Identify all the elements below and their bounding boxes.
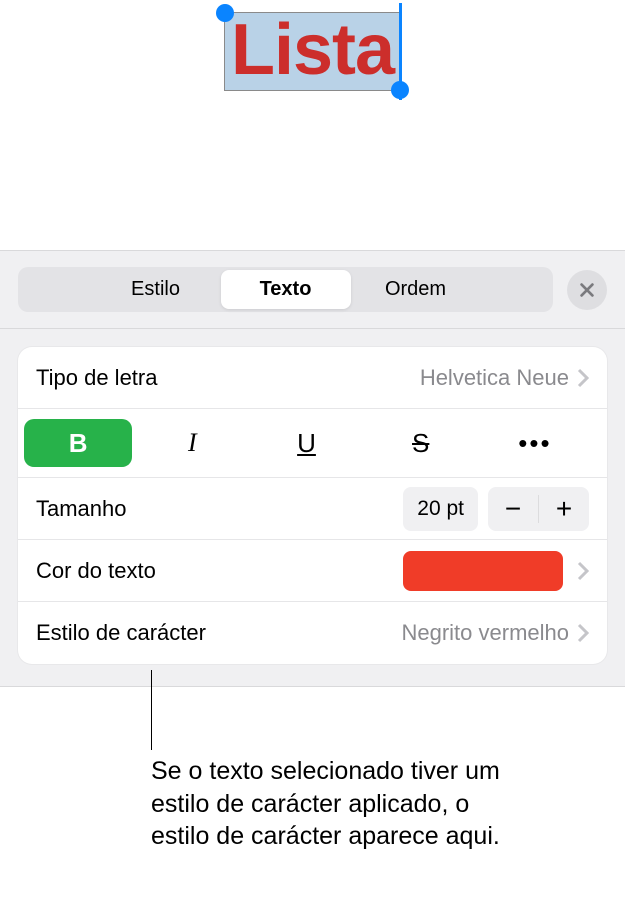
format-panel: Estilo Texto Ordem Tipo de letra Helveti… (0, 250, 625, 687)
chevron-right-icon (577, 623, 589, 643)
close-button[interactable] (567, 270, 607, 310)
italic-button[interactable]: I (138, 419, 246, 467)
callout-text: Se o texto selecionado tiver um estilo d… (151, 755, 521, 853)
character-style-value: Negrito vermelho (401, 620, 569, 646)
bold-button[interactable]: B (24, 419, 132, 467)
size-increase-button[interactable]: + (539, 487, 589, 531)
more-styles-button[interactable]: ••• (481, 419, 589, 467)
font-row[interactable]: Tipo de letra Helvetica Neue (18, 347, 607, 409)
tab-order[interactable]: Ordem (351, 270, 481, 309)
size-field[interactable]: 20 pt (403, 487, 478, 531)
selected-text[interactable]: Lista (231, 14, 394, 86)
character-style-label: Estilo de carácter (36, 620, 401, 646)
selection-handle-top-left[interactable] (216, 4, 234, 22)
font-value: Helvetica Neue (420, 365, 569, 391)
text-color-swatch[interactable] (403, 551, 563, 591)
size-stepper: − + (488, 487, 589, 531)
canvas-area: Lista (0, 0, 625, 250)
callout-line (151, 670, 152, 750)
character-style-row[interactable]: Estilo de carácter Negrito vermelho (18, 602, 607, 664)
size-row: Tamanho 20 pt − + (18, 478, 607, 540)
underline-button[interactable]: U (252, 419, 360, 467)
text-settings-card: Tipo de letra Helvetica Neue B I U S •••… (18, 347, 607, 664)
selected-textbox[interactable]: Lista (224, 12, 401, 91)
panel-tabs: Estilo Texto Ordem (18, 267, 553, 312)
tab-style[interactable]: Estilo (91, 270, 221, 309)
tab-text[interactable]: Texto (221, 270, 351, 309)
text-color-label: Cor do texto (36, 558, 403, 584)
size-decrease-button[interactable]: − (488, 487, 538, 531)
text-style-row: B I U S ••• (18, 409, 607, 478)
font-label: Tipo de letra (36, 365, 420, 391)
close-icon (578, 281, 596, 299)
panel-header: Estilo Texto Ordem (0, 251, 625, 329)
size-label: Tamanho (36, 496, 403, 522)
text-color-row[interactable]: Cor do texto (18, 540, 607, 602)
chevron-right-icon (577, 561, 589, 581)
strikethrough-button[interactable]: S (367, 419, 475, 467)
chevron-right-icon (577, 368, 589, 388)
text-cursor (399, 3, 402, 100)
